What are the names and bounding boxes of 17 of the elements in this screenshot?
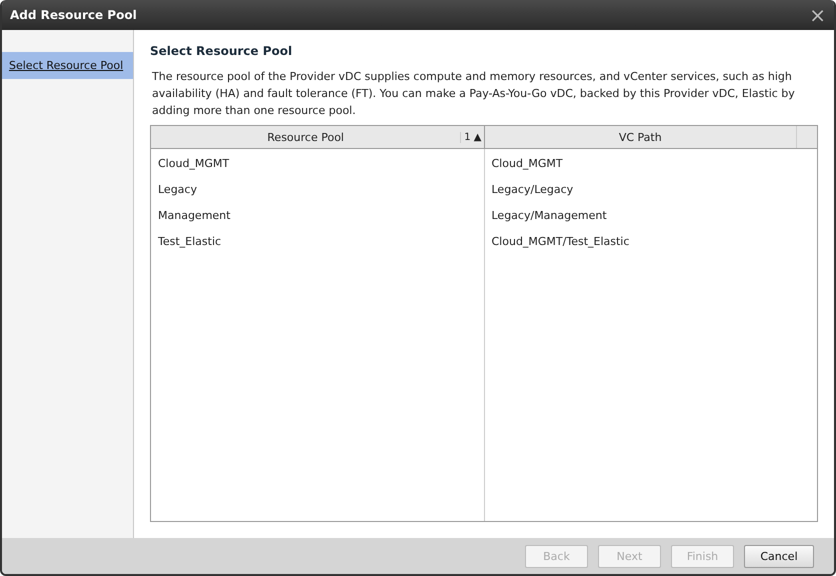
table-cell-text: Cloud_MGMT/Test_Elastic bbox=[490, 234, 630, 250]
table-cell-text: Legacy/Management bbox=[490, 208, 608, 224]
page-heading: Select Resource Pool bbox=[150, 44, 294, 58]
column-header[interactable]: Resource Pool 1 ▲ bbox=[151, 126, 484, 148]
sidebar-item[interactable]: Select Resource Pool bbox=[2, 52, 133, 79]
window-title: Add Resource Pool bbox=[10, 8, 137, 22]
table-cell-text: Cloud_MGMT bbox=[157, 156, 230, 172]
table-cell-text: Management bbox=[157, 208, 232, 224]
wizard-button[interactable]: Cancel bbox=[744, 544, 814, 568]
table-cell-text: Legacy bbox=[157, 182, 198, 198]
close-button[interactable]: × bbox=[807, 5, 828, 25]
sort-indicator: 1 ▲ bbox=[460, 132, 484, 142]
table-cell-text: Test_Elastic bbox=[157, 234, 222, 250]
description: The resource pool of the Provider vDC supplies compute and memory resources, and vCenter services, such as high availability (HA) and fault tolerance (FT). You can make a Pay-As-You-Go vDC, backed by this Provider vDC, Elastic by adding more than one resource pool. bbox=[152, 69, 796, 119]
table-cell-text: Legacy/Legacy bbox=[490, 182, 574, 198]
table-cell-text: Cloud_MGMT bbox=[490, 156, 564, 172]
column-header[interactable]: VC Path bbox=[484, 126, 817, 148]
